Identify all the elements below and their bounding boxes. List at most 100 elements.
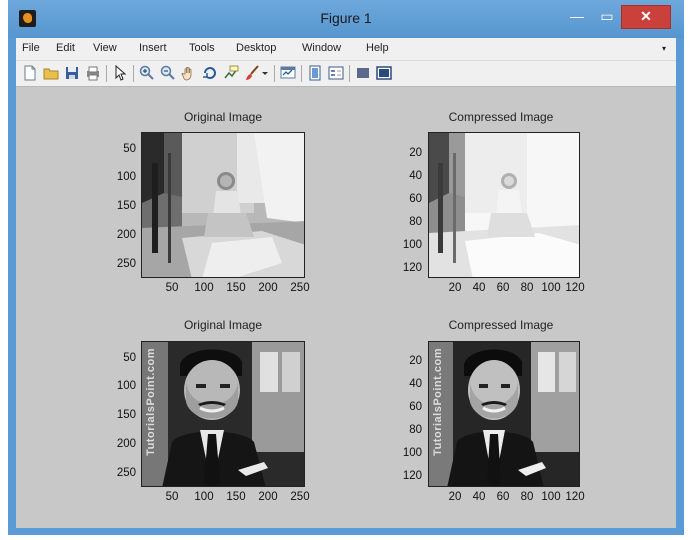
x-tick-label: 80 [520,491,534,503]
subplot-title: Original Image [183,110,263,124]
y-tick-label: 80 [409,216,422,228]
y-tick-label: 100 [402,447,422,459]
y-tick-label: 100 [116,380,136,392]
x-tick-label: 200 [258,491,278,503]
subplot-title: Compressed Image [448,110,554,124]
image-axes-original-child[interactable] [141,132,305,278]
link-plot-icon[interactable] [280,65,296,81]
x-tick-label: 250 [290,282,310,294]
watermark-text: TutorialsPoint.com [432,348,444,456]
brush-icon[interactable] [244,65,260,81]
x-tick-label: 20 [448,282,462,294]
menu-desktop[interactable]: Desktop [236,42,276,54]
y-tick-label: 20 [409,147,422,159]
legend-icon[interactable] [328,65,344,81]
close-button[interactable]: ✕ [621,5,671,29]
y-tick-label: 120 [402,470,422,482]
zoom-in-icon[interactable] [139,65,155,81]
toolbar-separator [106,65,107,82]
colorbar-icon[interactable] [307,65,323,81]
figure-toolbar [16,61,676,87]
image-axes-compressed-child[interactable] [428,132,580,278]
y-tick-label: 80 [409,424,422,436]
image-axes-compressed-portrait[interactable]: TutorialsPoint.com [428,341,580,487]
zoom-out-icon[interactable] [160,65,176,81]
x-tick-label: 80 [520,282,534,294]
x-tick-label: 60 [496,491,510,503]
x-tick-label: 120 [565,282,585,294]
y-tick-label: 120 [402,262,422,274]
child-photo-compressed-image [429,133,579,277]
toolbar-separator [301,65,302,82]
figure-window: Figure 1 — ▭ ✕ File Edit View Insert Too… [8,0,684,535]
show-plot-tools-icon[interactable] [376,65,392,81]
pointer-icon[interactable] [112,65,128,81]
x-tick-label: 100 [194,491,214,503]
y-tick-label: 20 [409,355,422,367]
y-tick-label: 250 [116,467,136,479]
hide-plot-tools-icon[interactable] [355,65,371,81]
x-tick-label: 100 [194,282,214,294]
x-tick-label: 200 [258,282,278,294]
rotate-3d-icon[interactable] [202,65,218,81]
brush-dropdown-icon[interactable] [261,65,269,81]
menu-bar: File Edit View Insert Tools Desktop Wind… [16,38,676,61]
pan-icon[interactable] [181,65,197,81]
child-photo-image [142,133,304,277]
menu-window[interactable]: Window [302,42,341,54]
maximize-button[interactable]: ▭ [593,4,621,30]
menu-file[interactable]: File [22,42,40,54]
minimize-button[interactable]: — [563,4,591,30]
toolbar-separator [133,65,134,82]
figure-client-area: File Edit View Insert Tools Desktop Wind… [16,38,676,528]
x-tick-label: 60 [496,282,510,294]
x-tick-label: 100 [541,282,561,294]
y-tick-label: 150 [116,409,136,421]
y-tick-label: 200 [116,229,136,241]
title-bar[interactable]: Figure 1 — ▭ ✕ [8,0,684,38]
y-tick-label: 40 [409,170,422,182]
x-tick-label: 50 [165,491,179,503]
menu-view[interactable]: View [93,42,117,54]
y-tick-label: 60 [409,401,422,413]
y-tick-label: 100 [402,239,422,251]
minimize-icon: — [570,8,584,24]
toolbar-separator [274,65,275,82]
subplot-title: Original Image [183,318,263,332]
new-figure-icon[interactable] [22,65,38,81]
x-tick-label: 40 [472,491,486,503]
x-tick-label: 100 [541,491,561,503]
y-tick-label: 100 [116,171,136,183]
x-tick-label: 50 [165,282,179,294]
watermark-text: TutorialsPoint.com [145,348,157,456]
y-tick-label: 200 [116,438,136,450]
close-icon: ✕ [640,8,652,24]
portrait-photo-image [142,342,304,486]
print-icon[interactable] [85,65,101,81]
y-tick-label: 50 [123,352,136,364]
y-tick-label: 150 [116,200,136,212]
maximize-icon: ▭ [600,8,614,24]
x-tick-label: 150 [226,282,246,294]
y-tick-label: 40 [409,378,422,390]
portrait-photo-compressed-image [429,342,579,486]
menu-insert[interactable]: Insert [139,42,167,54]
menu-tools[interactable]: Tools [189,42,215,54]
data-cursor-icon[interactable] [223,65,239,81]
y-tick-label: 250 [116,258,136,270]
x-tick-label: 40 [472,282,486,294]
toolbar-separator [349,65,350,82]
y-tick-label: 60 [409,193,422,205]
menu-help[interactable]: Help [366,42,389,54]
x-tick-label: 120 [565,491,585,503]
save-icon[interactable] [64,65,80,81]
subplot-title: Compressed Image [448,318,554,332]
x-tick-label: 150 [226,491,246,503]
menu-edit[interactable]: Edit [56,42,75,54]
menu-overflow-icon[interactable]: ▾ [662,44,666,53]
y-tick-label: 50 [123,143,136,155]
x-tick-label: 20 [448,491,462,503]
x-tick-label: 250 [290,491,310,503]
open-file-icon[interactable] [43,65,59,81]
image-axes-original-portrait[interactable]: TutorialsPoint.com [141,341,305,487]
